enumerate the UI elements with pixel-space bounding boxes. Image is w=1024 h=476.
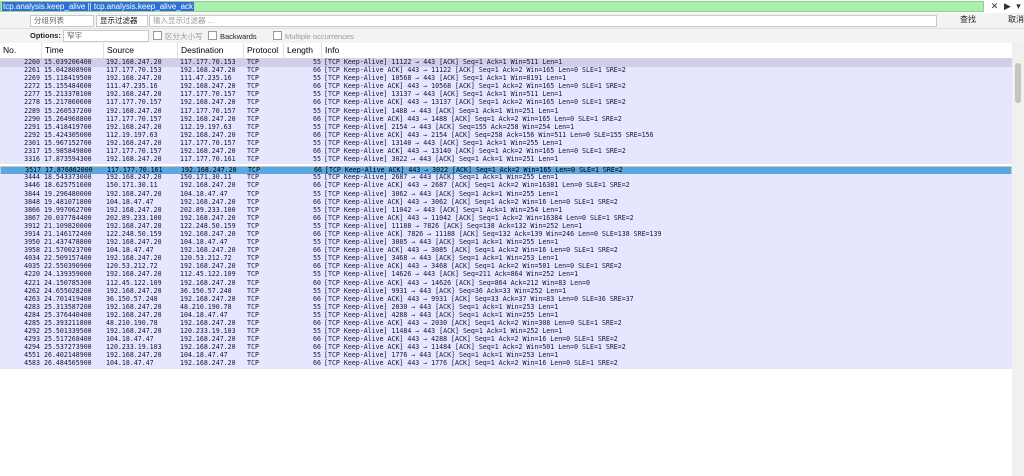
cell-info: [TCP Keep-Alive] 3022 → 443 [ACK] Seq=1 … bbox=[324, 155, 559, 164]
column-header-info[interactable]: Info bbox=[322, 43, 1012, 58]
find-packet-bar: 分组列表 显示过滤器 输入显示过滤器 ... 查找 取消 bbox=[0, 13, 1024, 29]
case-sensitive-label: 区分大小写 bbox=[165, 32, 203, 41]
backwards-checkbox[interactable]: Backwards bbox=[208, 31, 257, 41]
apply-filter-icon[interactable]: ▶ bbox=[1002, 1, 1013, 12]
packet-list: 2260 15.039206400 192.168.247.20 117.177.70… bbox=[0, 58, 1012, 369]
case-sensitive-checkbox[interactable]: 区分大小写 bbox=[153, 31, 203, 41]
packet-row[interactable]: 4583 26.484565900 104.18.47.47 192.168.247.… bbox=[0, 359, 1012, 369]
cell-source: 104.18.47.47 bbox=[106, 359, 154, 368]
display-filter-bar: tcp.analysis.keep_alive || tcp.analysis.… bbox=[0, 0, 1024, 13]
column-header-destination[interactable]: Destination bbox=[178, 43, 244, 58]
cell-source: 192.168.247.20 bbox=[106, 155, 162, 164]
cell-protocol: TCP bbox=[247, 359, 259, 368]
cancel-button[interactable]: 取消 bbox=[1008, 14, 1024, 26]
backwards-label: Backwards bbox=[220, 32, 257, 41]
display-filter-input[interactable]: tcp.analysis.keep_alive || tcp.analysis.… bbox=[0, 1, 984, 12]
packet-list-scrollbar[interactable] bbox=[1012, 43, 1024, 476]
search-input[interactable]: 输入显示过滤器 ... bbox=[149, 15, 937, 27]
cell-protocol: TCP bbox=[247, 155, 259, 164]
packet-row[interactable]: 3316 17.873594300 192.168.247.20 117.177.70… bbox=[0, 155, 1012, 165]
column-header-time[interactable]: Time bbox=[42, 43, 104, 58]
column-header-protocol[interactable]: Protocol bbox=[244, 43, 284, 58]
display-filter-text: tcp.analysis.keep_alive || tcp.analysis.… bbox=[2, 2, 195, 11]
search-type-select[interactable]: 显示过滤器 bbox=[96, 15, 148, 27]
clear-filter-icon[interactable]: ✕ bbox=[989, 1, 1000, 12]
checkbox-icon bbox=[273, 31, 282, 40]
cell-length: 66 bbox=[313, 359, 321, 368]
scrollbar-thumb[interactable] bbox=[1015, 63, 1021, 103]
search-scope-select[interactable]: 分组列表 bbox=[30, 15, 94, 27]
options-bar: Options: 窄宇 区分大小写 Backwards Multiple occ… bbox=[0, 29, 1024, 43]
multiple-occurrences-checkbox[interactable]: Multiple occurrences bbox=[273, 31, 354, 41]
options-label: Options: bbox=[30, 31, 61, 40]
cell-time: 17.873594300 bbox=[44, 155, 92, 164]
find-button[interactable]: 查找 bbox=[960, 14, 976, 26]
encoding-select[interactable]: 窄宇 bbox=[63, 30, 149, 42]
cell-time: 26.484565900 bbox=[44, 359, 92, 368]
column-header-source[interactable]: Source bbox=[104, 43, 178, 58]
cell-no: 3316 bbox=[24, 155, 40, 164]
packet-list-header: No. Time Source Destination Protocol Len… bbox=[0, 43, 1024, 59]
column-header-length[interactable]: Length bbox=[284, 43, 322, 58]
checkbox-icon bbox=[153, 31, 162, 40]
cell-destination: 117.177.70.161 bbox=[180, 155, 236, 164]
cell-no: 4583 bbox=[24, 359, 40, 368]
filter-dropdown-icon[interactable]: ▾ bbox=[1013, 1, 1024, 12]
column-header-no[interactable]: No. bbox=[0, 43, 42, 58]
checkbox-icon bbox=[208, 31, 217, 40]
cell-destination: 192.168.247.20 bbox=[180, 359, 236, 368]
multiple-occurrences-label: Multiple occurrences bbox=[285, 32, 354, 41]
cell-info: [TCP Keep-Alive ACK] 443 → 1776 [ACK] Se… bbox=[324, 359, 618, 368]
cell-length: 55 bbox=[313, 155, 321, 164]
